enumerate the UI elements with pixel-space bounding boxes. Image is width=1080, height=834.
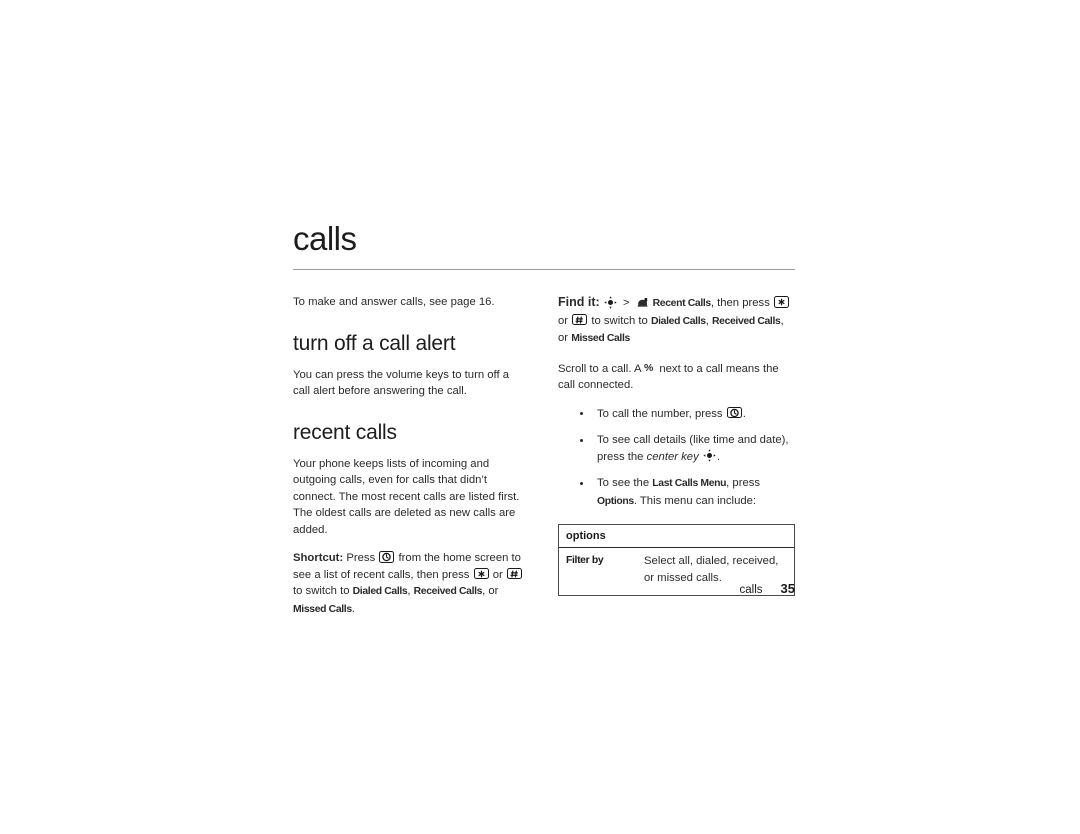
star-key-icon xyxy=(473,567,489,579)
nav-center-key-icon xyxy=(604,295,617,309)
menu-recent-calls: Recent Calls xyxy=(652,298,712,309)
bullet-3-text-2: , press xyxy=(726,477,761,489)
list-item: To see call details (like time and date)… xyxy=(580,432,795,465)
paragraph-turn-off-call-alert: You can press the volume keys to turn of… xyxy=(293,368,510,398)
intro-paragraph: To make and answer calls, see page 16. xyxy=(293,296,495,308)
shortcut-end: . xyxy=(351,602,355,615)
heading-turn-off-call-alert: turn off a call alert xyxy=(293,331,456,355)
left-column: To make and answer calls, see page 16. t… xyxy=(293,294,528,630)
manual-page: calls To make and answer calls, see page… xyxy=(293,222,795,630)
bullet-1-text-1: To call the number, press xyxy=(597,407,723,420)
paragraph-recent-calls: Your phone keeps lists of incoming and o… xyxy=(293,457,520,536)
shortcut-label: Shortcut: xyxy=(293,552,344,564)
shortcut-text-3: or xyxy=(492,568,503,581)
menu-last-calls-menu: Last Calls Menu xyxy=(652,478,727,489)
send-key-icon xyxy=(726,406,742,418)
recent-calls-actions-list: To call the number, press . To see call … xyxy=(558,406,795,511)
title-divider xyxy=(293,269,795,270)
find-it-label: Find it: xyxy=(558,295,600,309)
page-footer: calls 35 xyxy=(293,581,795,596)
find-it-sep-1: , xyxy=(705,314,709,327)
star-key-icon xyxy=(774,296,789,308)
pound-key-icon xyxy=(572,313,588,325)
bullet-2-italic: center key xyxy=(646,450,699,463)
send-key-icon xyxy=(379,551,395,563)
recent-calls-icon xyxy=(636,296,649,309)
list-item: To see the Last Calls Menu, press Option… xyxy=(580,475,795,510)
bullet-3-text-1: To see the xyxy=(597,477,650,489)
link-received-calls: Received Calls xyxy=(711,315,781,327)
footer-chapter-label: calls xyxy=(739,584,763,596)
menu-separator: > xyxy=(622,297,630,309)
bullet-2-text-2: . xyxy=(716,450,721,463)
heading-recent-calls: recent calls xyxy=(293,420,397,444)
find-it-text-1: , then press xyxy=(710,297,770,309)
find-it-text-2: or xyxy=(558,314,569,327)
find-it-text-3: to switch to xyxy=(591,314,648,327)
connected-percent-icon: % xyxy=(644,361,654,374)
pound-key-icon xyxy=(506,567,522,579)
scroll-note-paragraph: Scroll to a call. A % next to a call mea… xyxy=(558,360,795,394)
nav-center-key-icon xyxy=(703,449,716,462)
footer-page-number: 35 xyxy=(780,581,795,596)
find-it-paragraph: Find it: > Recent Calls, then press or t… xyxy=(558,294,795,348)
bullet-1-text-2: . xyxy=(742,407,746,420)
link-missed-calls: Missed Calls xyxy=(293,603,352,615)
shortcut-press-word: Press xyxy=(346,552,376,564)
link-missed-calls: Missed Calls xyxy=(571,333,630,344)
scroll-note-text-1: Scroll to a call. A xyxy=(558,362,641,375)
right-column: Find it: > Recent Calls, then press or t… xyxy=(558,294,795,596)
page-title: calls xyxy=(293,220,357,257)
softkey-options: Options xyxy=(597,495,634,507)
bullet-3-text-3: . This menu can include: xyxy=(633,494,757,507)
two-column-body: To make and answer calls, see page 16. t… xyxy=(293,294,795,630)
link-dialed-calls: Dialed Calls xyxy=(650,315,706,327)
options-table-header: options xyxy=(559,525,794,548)
list-item: To call the number, press . xyxy=(580,406,795,423)
